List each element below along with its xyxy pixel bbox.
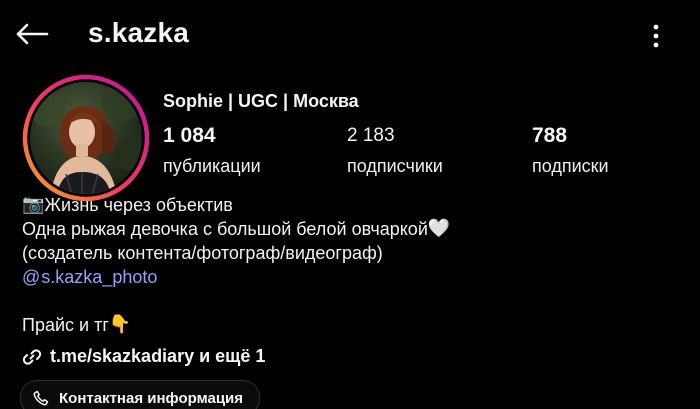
avatar (22, 74, 150, 202)
bio-line-1-text: Жизнь через объектив (44, 195, 233, 215)
camera-icon: 📷 (22, 194, 45, 215)
threads-handle-text: s.kazka_photo (41, 267, 158, 287)
posts-count-label: публикации (163, 156, 261, 176)
threads-icon: @ (22, 267, 41, 287)
white-heart-icon: 🤍 (427, 218, 451, 239)
bio-line-3: (создатель контента/фотограф/видеограф) (22, 241, 450, 265)
following-count-value: 788 (532, 124, 568, 147)
pointing-down-icon: 👇 (108, 314, 132, 335)
followers-count[interactable]: 2 183 подписчики (347, 124, 443, 177)
bio-line-2: Одна рыжая девочка с большой белой овчар… (22, 217, 450, 241)
profile-bio: 📷 Жизнь через объектив Одна рыжая девочка… (22, 193, 450, 337)
followers-count-value: 2 183 (347, 125, 395, 146)
phone-icon (33, 390, 49, 406)
posts-count-value: 1 084 (163, 124, 216, 147)
following-count-label: подписки (532, 156, 609, 176)
threads-handle-link[interactable]: @ s.kazka_photo (22, 265, 450, 289)
contact-info-button[interactable]: Контактная информация (20, 380, 261, 409)
posts-count[interactable]: 1 084 публикации (163, 124, 261, 177)
contact-info-label: Контактная информация (59, 389, 244, 407)
external-links[interactable]: t.me/skazkadiary и ещё 1 (22, 346, 265, 367)
bio-line-3-text: (создатель контента/фотограф/видеограф) (22, 243, 383, 263)
bio-line-5: Прайс и тг 👇 (22, 313, 450, 337)
profile-username: s.kazka (88, 17, 190, 48)
more-options-button[interactable] (636, 16, 676, 56)
external-links-text: t.me/skazkadiary и ещё 1 (50, 346, 266, 366)
followers-count-label: подписчики (347, 156, 443, 176)
bio-line-2-text: Одна рыжая девочка с большой белой овчар… (22, 219, 428, 239)
display-name: Sophie | UGC | Москва (163, 91, 359, 111)
link-icon (22, 348, 42, 365)
bio-line-5-text: Прайс и тг (22, 315, 109, 335)
back-arrow-icon (16, 23, 49, 45)
more-vertical-icon (653, 24, 659, 48)
back-button[interactable] (10, 14, 54, 54)
avatar-story-ring[interactable] (22, 74, 150, 202)
following-count[interactable]: 788 подписки (532, 124, 609, 177)
bio-line-1: 📷 Жизнь через объектив (22, 193, 450, 217)
